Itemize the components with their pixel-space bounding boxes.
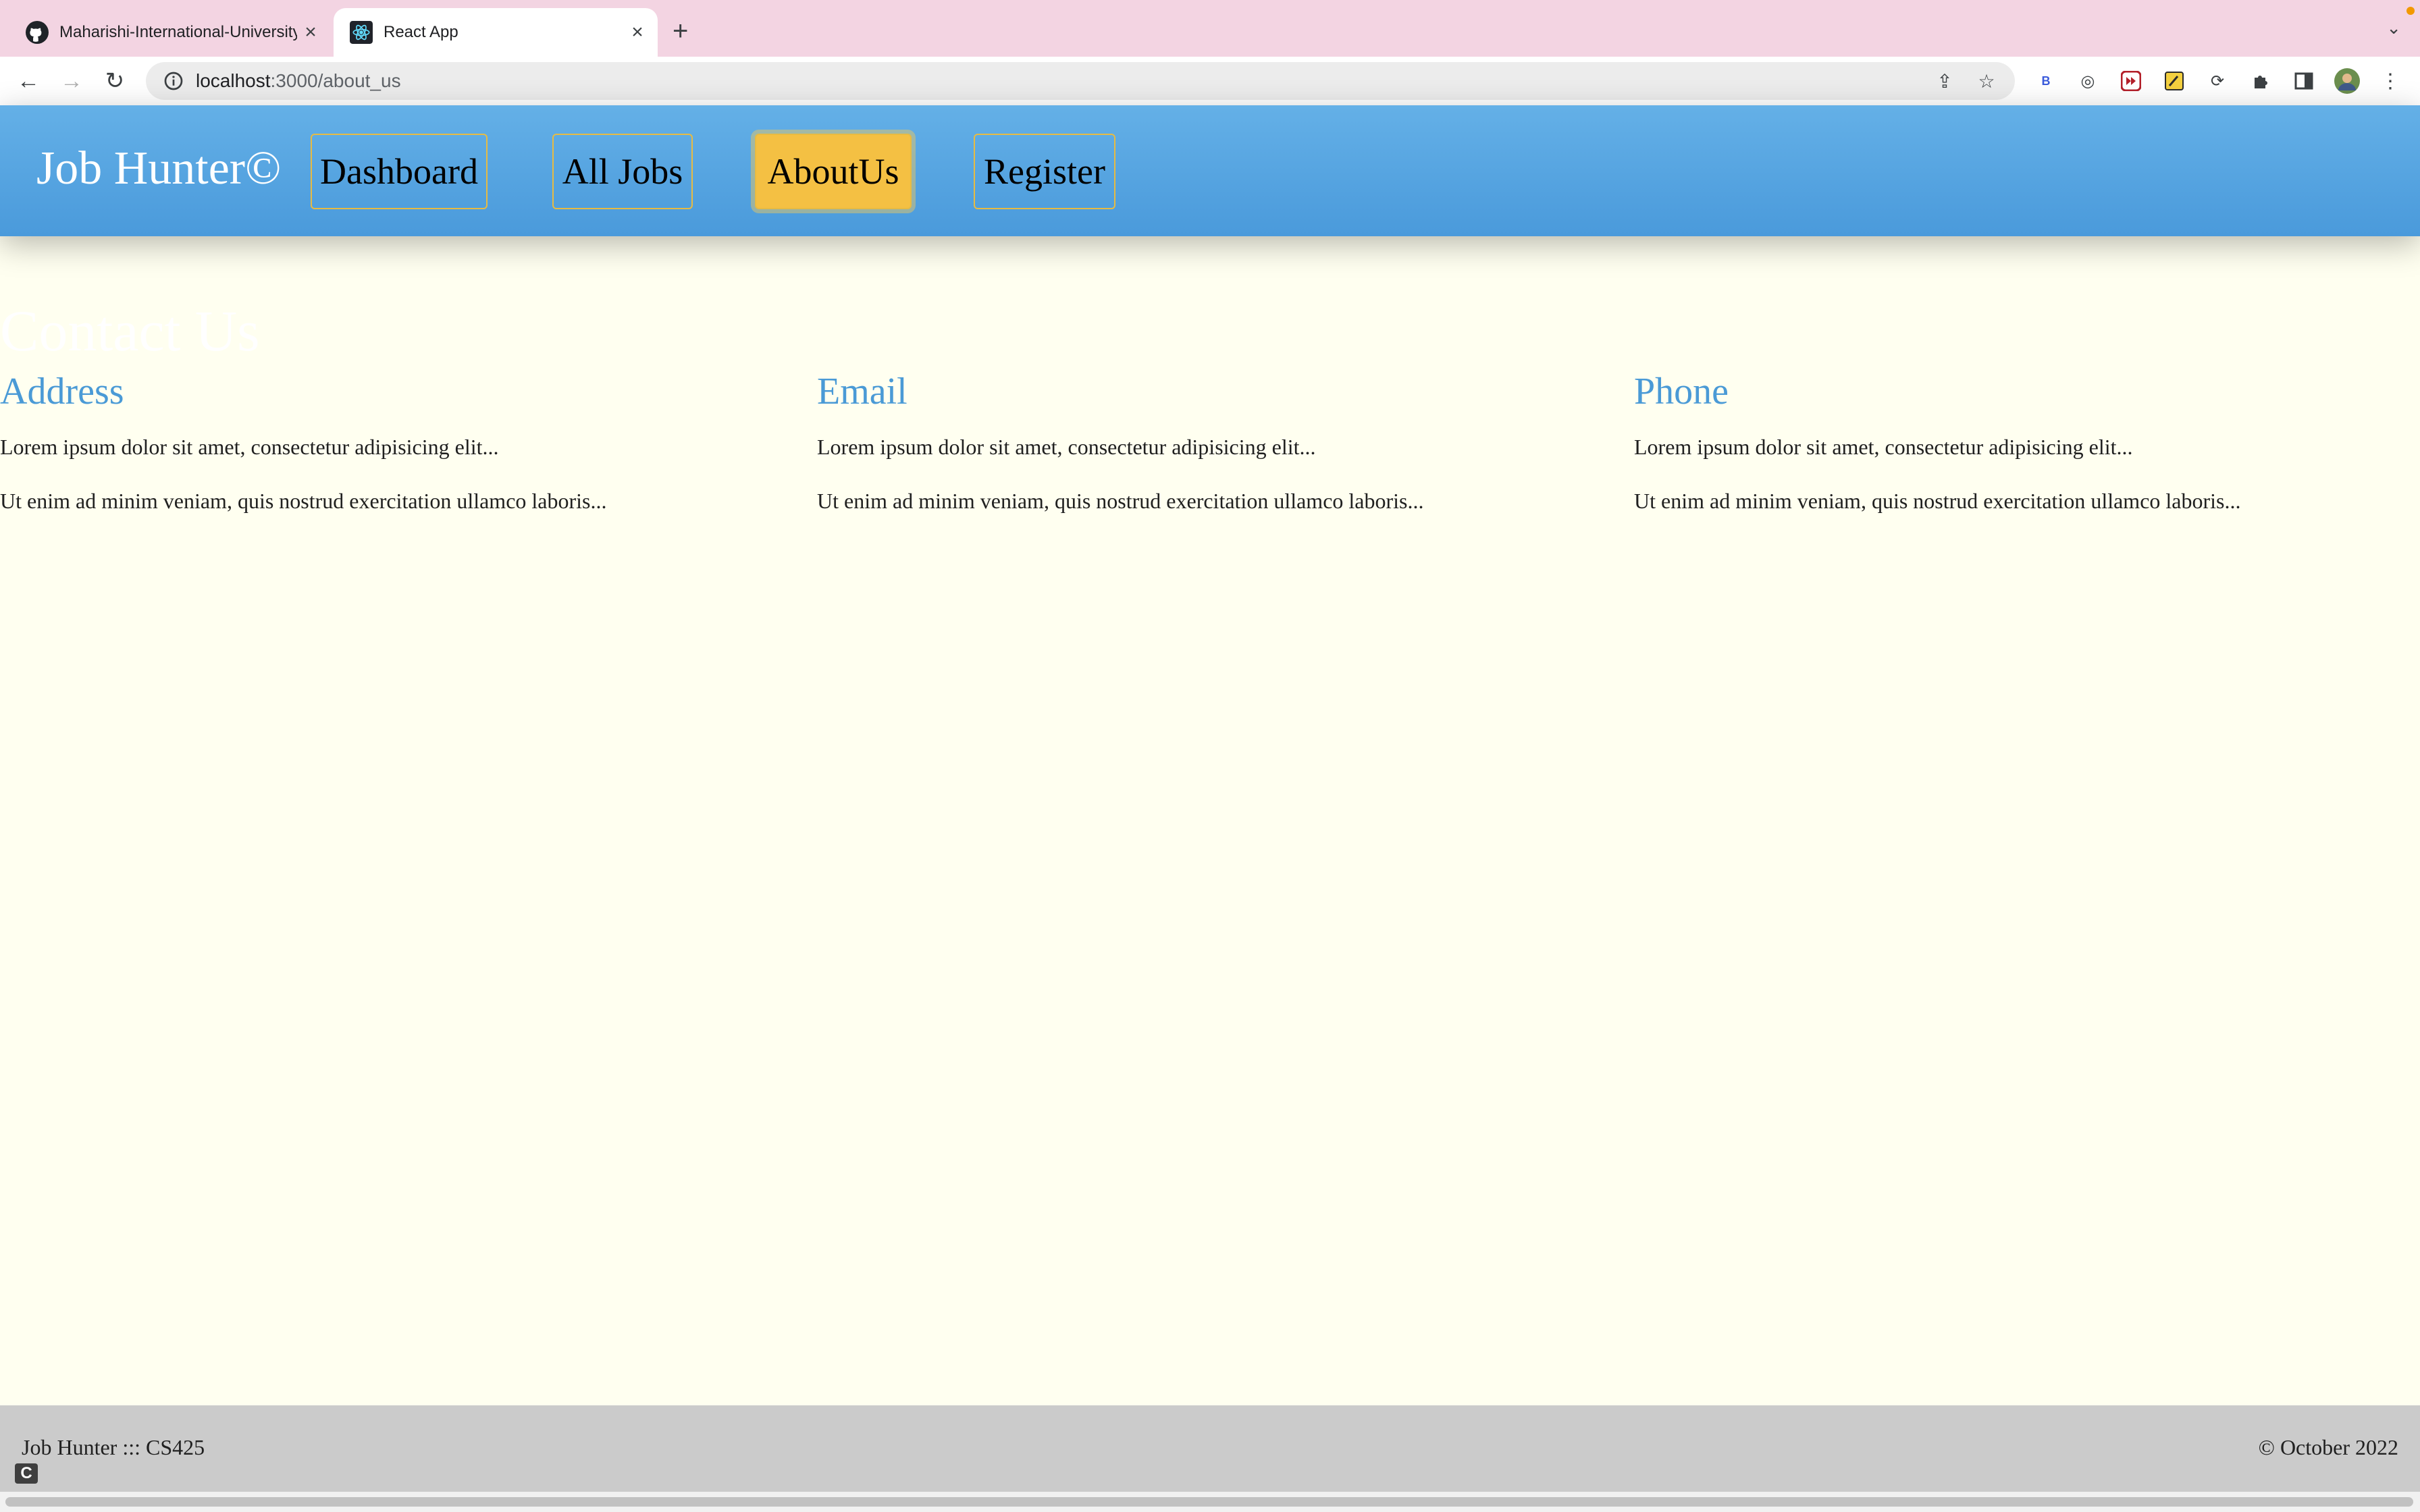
page-title: Contact Us: [0, 298, 260, 363]
footer-copyright: © October 2022: [2258, 1435, 2398, 1459]
brand-title: Job Hunter©: [36, 142, 282, 194]
github-icon: [26, 21, 49, 44]
puzzle-piece-icon: [2255, 76, 2267, 88]
reload-icon[interactable]: ↻: [99, 65, 131, 97]
site-info-icon[interactable]: [163, 71, 184, 91]
nav-link-about-us[interactable]: AboutUs: [755, 134, 912, 209]
avatar: [2334, 68, 2360, 94]
footer-left-text: Job Hunter ::: CS425: [22, 1435, 205, 1459]
nav-link-dashboard[interactable]: Dashboard: [311, 134, 488, 209]
new-tab-button[interactable]: +: [673, 16, 688, 47]
forward-arrow-icon[interactable]: →: [55, 65, 88, 97]
extension-circle-icon[interactable]: ◎: [2074, 68, 2101, 94]
tab-title: Maharishi-International-University: [59, 23, 297, 41]
extension-sync-icon[interactable]: ⟳: [2204, 68, 2231, 94]
url-host: localhost: [196, 70, 271, 91]
forward-red-icon: [2121, 71, 2141, 91]
side-panel-glyph: [2294, 72, 2313, 90]
footer-logo-icon: C: [15, 1463, 38, 1484]
browser-tab-react-app[interactable]: React App ×: [334, 8, 658, 57]
bookmark-star-icon[interactable]: ☆: [1973, 68, 2000, 94]
column-text: Ut enim ad minim veniam, quis nostrud ex…: [0, 489, 607, 513]
url-path: :3000/about_us: [270, 70, 401, 91]
close-tab-icon[interactable]: ×: [297, 21, 324, 44]
contact-column-address: Address Lorem ipsum dolor sit amet, cons…: [0, 371, 797, 513]
column-text: Lorem ipsum dolor sit amet, consectetur …: [0, 435, 499, 459]
scrollbar-thumb[interactable]: [5, 1497, 2413, 1507]
react-icon: [350, 21, 373, 44]
app-navbar: Job Hunter© Dashboard All Jobs AboutUs R…: [0, 105, 2420, 236]
nav-link-register[interactable]: Register: [974, 134, 1115, 209]
yellow-note-icon: [2165, 72, 2184, 90]
side-panel-icon[interactable]: [2290, 68, 2317, 94]
browser-toolbar: ← → ↻ localhost:3000/about_us ⇪ ☆ B ◎ ⟳ …: [0, 57, 2420, 105]
url-text: localhost:3000/about_us: [196, 70, 1931, 92]
close-tab-icon[interactable]: ×: [624, 21, 651, 44]
browser-tab-github[interactable]: Maharishi-International-University ×: [20, 8, 331, 57]
column-text: Ut enim ad minim veniam, quis nostrud ex…: [817, 489, 1424, 513]
contact-column-phone: Phone Lorem ipsum dolor sit amet, consec…: [1634, 371, 2420, 513]
horizontal-scrollbar[interactable]: [0, 1492, 2420, 1512]
nav-link-all-jobs[interactable]: All Jobs: [552, 134, 693, 209]
contact-column-email: Email Lorem ipsum dolor sit amet, consec…: [817, 371, 1614, 513]
update-indicator-dot: [2406, 7, 2415, 15]
share-icon[interactable]: ⇪: [1931, 68, 1958, 94]
address-bar[interactable]: localhost:3000/about_us ⇪ ☆: [146, 62, 2015, 100]
column-title: Address: [0, 371, 124, 412]
extension-yellow-icon[interactable]: [2161, 68, 2188, 94]
extension-forward-icon[interactable]: [2118, 68, 2145, 94]
extension-b-icon[interactable]: B: [2032, 68, 2059, 94]
column-text: Ut enim ad minim veniam, quis nostrud ex…: [1634, 489, 2241, 513]
browser-tab-strip: Maharishi-International-University × Rea…: [0, 0, 2420, 57]
column-title: Email: [817, 371, 908, 412]
tab-title: React App: [384, 23, 458, 41]
column-title: Phone: [1634, 371, 1729, 412]
tab-search-chevron-icon[interactable]: ⌄: [2386, 18, 2401, 38]
extensions-puzzle-icon[interactable]: [2247, 68, 2274, 94]
browser-menu-icon[interactable]: ⋮: [2377, 68, 2404, 94]
page-footer: Job Hunter ::: CS425 © October 2022 C: [0, 1405, 2420, 1492]
back-arrow-icon[interactable]: ←: [12, 65, 45, 97]
profile-avatar-icon[interactable]: [2334, 68, 2361, 94]
about-us-page: Contact Us Address Lorem ipsum dolor sit…: [0, 236, 2420, 1405]
column-text: Lorem ipsum dolor sit amet, consectetur …: [1634, 435, 2133, 459]
column-text: Lorem ipsum dolor sit amet, consectetur …: [817, 435, 1316, 459]
